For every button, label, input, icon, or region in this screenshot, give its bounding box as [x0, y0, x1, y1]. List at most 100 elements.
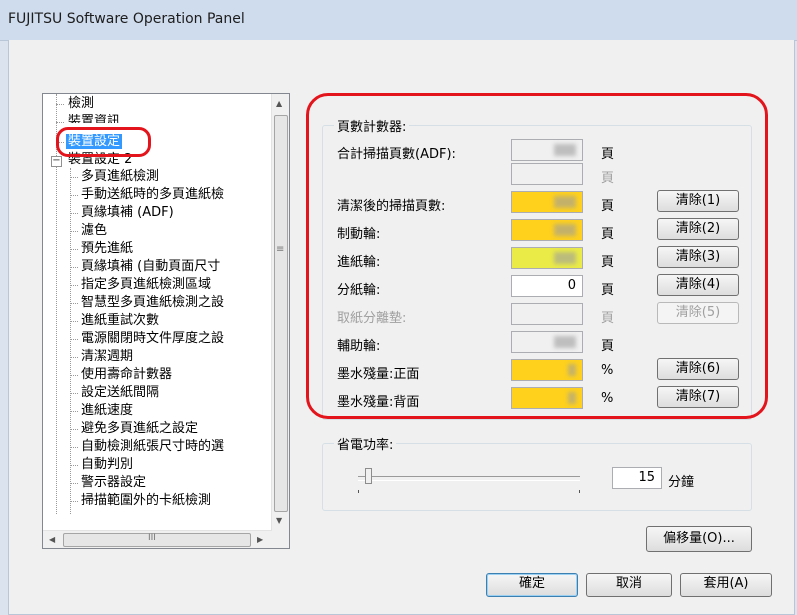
title-bar[interactable]: FUJITSU Software Operation Panel	[0, 0, 797, 41]
scroll-down-icon[interactable]: ▼	[276, 516, 282, 525]
pick-roller-unit: 頁	[601, 255, 615, 270]
masked-value	[554, 224, 576, 236]
tree-item-alarm-settings[interactable]: 警示器設定	[81, 475, 146, 490]
ok-button[interactable]: 確定	[486, 573, 578, 597]
pad-assy-unit: 頁	[601, 311, 615, 326]
tree-connector	[70, 465, 78, 466]
apply-button[interactable]: 套用(A)	[680, 573, 772, 597]
power-slider-track[interactable]	[358, 476, 580, 481]
power-saving-title: 省電功率:	[334, 434, 397, 453]
clear-2-button[interactable]: 清除(2)	[657, 218, 739, 240]
tree-item-cleaning-cycle[interactable]: 清潔週期	[81, 349, 133, 364]
tree-item-page-edge-filler-adf[interactable]: 頁緣填補 (ADF)	[81, 205, 174, 220]
masked-value	[554, 144, 576, 156]
tree-connector	[70, 357, 78, 358]
tree-vertical-scrollbar[interactable]: ▲ ≡ ▼	[271, 94, 289, 531]
offset-button[interactable]: 偏移量(O)...	[646, 526, 752, 552]
clear-3-button[interactable]: 清除(3)	[657, 246, 739, 268]
scroll-up-icon[interactable]: ▲	[276, 99, 282, 108]
after-cleaning-label: 清潔後的掃描頁數:	[337, 199, 446, 214]
total-scanned-secondary-field	[511, 163, 583, 185]
slider-tick	[358, 490, 359, 493]
clear-4-button[interactable]: 清除(4)	[657, 274, 739, 296]
ink-front-unit: %	[601, 363, 614, 378]
tree-item-page-edge-filler-auto[interactable]: 頁緣填補 (自動頁面尺寸	[81, 259, 220, 274]
tree-item-avoid-multifeed[interactable]: 避免多頁進紙之設定	[81, 421, 198, 436]
collapse-icon[interactable]: −	[51, 156, 62, 167]
ink-back-field	[511, 387, 583, 409]
ink-front-label: 墨水殘量:正面	[337, 367, 420, 382]
tree-item-prepick[interactable]: 預先進紙	[81, 241, 133, 256]
pad-assy-field	[511, 303, 583, 325]
tree-item-life-counter[interactable]: 使用壽命計數器	[81, 367, 172, 382]
tree-connector	[70, 393, 78, 394]
tree-item-device-settings[interactable]: 裝置設定	[66, 134, 123, 149]
tree-item-check[interactable]: 檢測	[68, 96, 94, 111]
scroll-right-icon[interactable]: ▶	[257, 535, 263, 544]
masked-value	[554, 336, 576, 348]
tree-item-multifeed-area[interactable]: 指定多頁進紙檢測區域	[81, 277, 211, 292]
ink-back-label: 墨水殘量:背面	[337, 395, 420, 410]
tree-item-multifeed-detection[interactable]: 多頁進紙檢測	[81, 169, 159, 184]
grip-icon: ≡	[276, 244, 285, 255]
tree-item-pick-retry[interactable]: 進紙重試次數	[81, 313, 159, 328]
total-scanned-unit: 頁	[601, 147, 615, 162]
pick-roller-label: 進紙輪:	[337, 255, 381, 270]
tree-connector	[70, 447, 78, 448]
masked-value	[568, 364, 576, 376]
tree-item-device-settings-2[interactable]: 裝置設定 2	[68, 152, 132, 167]
masked-value	[554, 196, 576, 208]
tree-connector	[70, 375, 78, 376]
clear-1-button[interactable]: 清除(1)	[657, 190, 739, 212]
scroll-left-icon[interactable]: ◀	[49, 535, 55, 544]
tree-connector	[70, 303, 78, 304]
tree-item-power-off-thickness[interactable]: 電源關閉時文件厚度之設	[81, 331, 224, 346]
page-counter-title: 頁數計數器:	[334, 116, 410, 135]
window-title: FUJITSU Software Operation Panel	[8, 11, 245, 27]
clear-5-button: 清除(5)	[657, 302, 739, 324]
tree-connector	[56, 142, 64, 143]
cancel-button[interactable]: 取消	[586, 573, 672, 597]
tree-item-auto-paper-size[interactable]: 自動檢測紙張尺寸時的選	[81, 439, 224, 454]
tree-item-feed-interval[interactable]: 設定送紙間隔	[81, 385, 159, 400]
settings-tree[interactable]: 檢測 裝置資訊 裝置設定 − 裝置設定 2 多頁進紙檢測 手動送紙時的多頁進紙檢…	[42, 93, 290, 549]
pick-roller-field	[511, 247, 583, 269]
assist-roller-field	[511, 331, 583, 353]
clear-6-button[interactable]: 清除(6)	[657, 358, 739, 380]
scrollbar-corner	[272, 531, 289, 548]
tree-connector	[70, 339, 78, 340]
separator-roller-unit: 頁	[601, 283, 615, 298]
tree-connector	[70, 195, 78, 196]
brake-roller-unit: 頁	[601, 227, 615, 242]
tree-item-out-of-range-jam[interactable]: 掃描範圍外的卡紙檢測	[81, 493, 211, 508]
tree-item-auto-detect[interactable]: 自動判別	[81, 457, 133, 472]
brake-roller-label: 制動輪:	[337, 227, 381, 242]
tree-connector	[70, 285, 78, 286]
tree-horizontal-scrollbar[interactable]: ◀ III ▶	[43, 530, 272, 548]
tree-item-manual-feed-multifeed[interactable]: 手動送紙時的多頁進紙檢	[81, 187, 224, 202]
tree-connector	[70, 231, 78, 232]
tree-connector	[70, 483, 78, 484]
ink-back-unit: %	[601, 391, 614, 406]
brake-roller-field	[511, 219, 583, 241]
tree-item-feed-speed[interactable]: 進紙速度	[81, 403, 133, 418]
power-minutes-field[interactable]: 15	[612, 467, 662, 489]
grip-icon: III	[148, 533, 156, 543]
after-cleaning-field	[511, 191, 583, 213]
total-scanned-label: 合計掃描頁數(ADF):	[337, 147, 456, 162]
total-scanned-secondary-unit: 頁	[601, 171, 615, 186]
after-cleaning-unit: 頁	[601, 199, 615, 214]
power-slider-thumb[interactable]	[365, 468, 372, 484]
tree-item-intelligent-multifeed[interactable]: 智慧型多頁進紙檢測之設	[81, 295, 224, 310]
tree-horizontal-scroll-thumb[interactable]: III	[63, 533, 251, 547]
tree-vertical-scroll-thumb[interactable]: ≡	[274, 115, 288, 512]
separator-roller-label: 分紙輪:	[337, 283, 381, 298]
tree-item-dropout-color[interactable]: 濾色	[81, 223, 107, 238]
tree-connector	[70, 321, 78, 322]
tree-item-device-info[interactable]: 裝置資訊	[68, 114, 120, 123]
tree-connector	[70, 249, 78, 250]
separator-roller-field: 0	[511, 275, 583, 297]
clear-7-button[interactable]: 清除(7)	[657, 386, 739, 408]
tree-connector	[70, 501, 78, 502]
tree-connector	[70, 213, 78, 214]
